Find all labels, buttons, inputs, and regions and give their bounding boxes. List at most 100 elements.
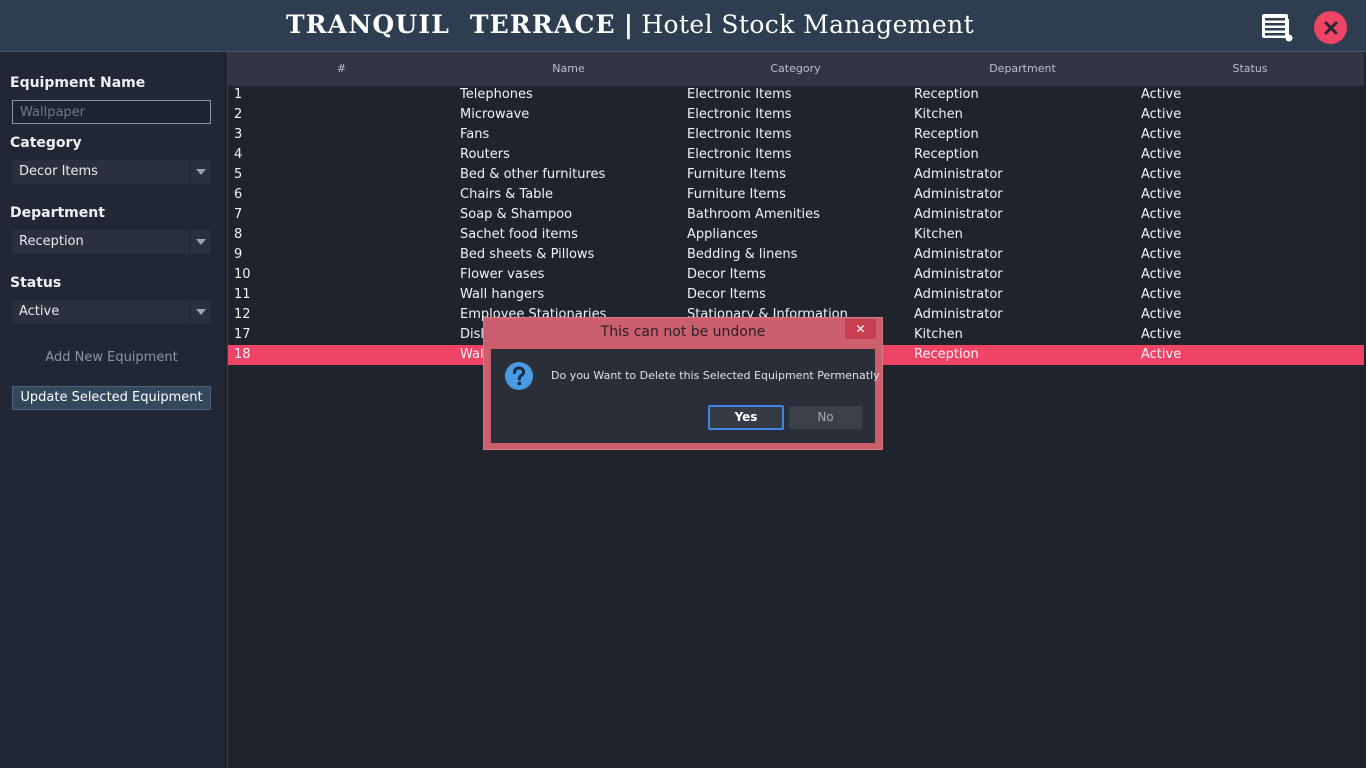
cell-category: Electronic Items — [687, 147, 792, 162]
cell-name: Sachet food items — [460, 227, 578, 242]
department-select[interactable]: Reception — [12, 230, 211, 254]
app-subtitle: Hotel Stock Management — [641, 10, 975, 39]
app-brand: TRANQUIL TERRACE — [285, 10, 616, 39]
title-bar: TRANQUIL TERRACE | Hotel Stock Management — [0, 0, 1366, 52]
cell-number: 5 — [234, 167, 243, 182]
cell-department: Administrator — [914, 207, 1003, 222]
cell-department: Reception — [914, 127, 979, 142]
dialog-close-button[interactable]: ✕ — [845, 319, 876, 339]
dialog-body: Do you Want to Delete this Selected Equi… — [491, 349, 880, 443]
cell-department: Kitchen — [914, 107, 963, 122]
cell-number: 3 — [234, 127, 243, 142]
table-row[interactable]: 8 Sachet food items Appliances Kitchen Activ… — [228, 225, 1364, 245]
cell-number: 10 — [234, 267, 251, 282]
cell-status: Active — [1141, 167, 1182, 182]
cell-number: 11 — [234, 287, 251, 302]
cell-number: 12 — [234, 307, 251, 322]
status-value: Active — [19, 304, 60, 319]
cell-status: Active — [1141, 327, 1182, 342]
update-equipment-button[interactable]: Update Selected Equipment — [12, 386, 211, 410]
yes-button[interactable]: Yes — [708, 405, 784, 430]
cell-status: Active — [1141, 207, 1182, 222]
dialog-message: Do you Want to Delete this Selected Equi… — [551, 369, 880, 382]
cell-name: Bed & other furnitures — [460, 167, 606, 182]
cell-status: Active — [1141, 127, 1182, 142]
cell-status: Active — [1141, 247, 1182, 262]
cell-category: Electronic Items — [687, 107, 792, 122]
cell-name: Soap & Shampoo — [460, 207, 573, 222]
column-header-name[interactable]: Name — [455, 52, 682, 86]
chevron-down-icon — [189, 300, 211, 324]
cell-name: Wal — [460, 347, 484, 362]
chevron-down-icon — [189, 230, 211, 254]
category-select[interactable]: Decor Items — [12, 160, 211, 184]
cell-category: Bedding & linens — [687, 247, 798, 262]
table-row[interactable]: 7 Soap & Shampoo Bathroom Amenities Adminis… — [228, 205, 1364, 225]
table-row[interactable]: 6 Chairs & Table Furniture Items Administra… — [228, 185, 1364, 205]
close-icon — [1324, 21, 1337, 34]
cell-category: Decor Items — [687, 287, 766, 302]
cell-status: Active — [1141, 267, 1182, 282]
cell-number: 1 — [234, 87, 243, 102]
cell-department: Administrator — [914, 167, 1003, 182]
column-header-department[interactable]: Department — [909, 52, 1136, 86]
department-label: Department — [10, 205, 105, 221]
cell-status: Active — [1141, 227, 1182, 242]
add-equipment-button[interactable]: Add New Equipment — [12, 346, 211, 370]
cell-name: Flower vases — [460, 267, 545, 282]
cell-department: Administrator — [914, 267, 1003, 282]
cell-number: 4 — [234, 147, 243, 162]
cell-number: 17 — [234, 327, 251, 342]
table-row[interactable]: 2 Microwave Electronic Items Kitchen Active — [228, 105, 1364, 125]
cell-category: Furniture Items — [687, 167, 786, 182]
table-row[interactable]: 4 Routers Electronic Items Reception Active — [228, 145, 1364, 165]
cell-department: Reception — [914, 147, 979, 162]
cell-number: 2 — [234, 107, 243, 122]
cell-name: Wall hangers — [460, 287, 545, 302]
equipment-name-input[interactable] — [12, 100, 211, 124]
cell-status: Active — [1141, 87, 1182, 102]
table-row[interactable]: 5 Bed & other furnitures Furniture Items Ad… — [228, 165, 1364, 185]
cell-status: Active — [1141, 147, 1182, 162]
confirm-delete-dialog: This can not be undone ✕ Do you Want to … — [483, 317, 883, 450]
table-row[interactable]: 9 Bed sheets & Pillows Bedding & linens Adm… — [228, 245, 1364, 265]
cell-name: Chairs & Table — [460, 187, 554, 202]
dialog-title: This can not be undone — [600, 324, 766, 340]
cell-number: 6 — [234, 187, 243, 202]
question-icon — [504, 361, 534, 391]
cell-category: Bathroom Amenities — [687, 207, 820, 222]
cell-category: Appliances — [687, 227, 758, 242]
cell-number: 9 — [234, 247, 243, 262]
category-label: Category — [10, 135, 82, 151]
cell-department: Kitchen — [914, 327, 963, 342]
cell-name: Microwave — [460, 107, 530, 122]
cell-name: Fans — [460, 127, 490, 142]
column-header-category[interactable]: Category — [682, 52, 909, 86]
cell-department: Administrator — [914, 307, 1003, 322]
column-header-status[interactable]: Status — [1136, 52, 1364, 86]
cell-status: Active — [1141, 107, 1182, 122]
cell-number: 7 — [234, 207, 243, 222]
status-label: Status — [10, 275, 62, 291]
cell-category: Furniture Items — [687, 187, 786, 202]
cell-number: 18 — [234, 347, 251, 362]
no-button[interactable]: No — [789, 406, 862, 429]
document-list-icon[interactable] — [1261, 11, 1295, 43]
department-value: Reception — [19, 234, 84, 249]
cell-department: Reception — [914, 87, 979, 102]
cell-status: Active — [1141, 307, 1182, 322]
cell-name: Routers — [460, 147, 510, 162]
cell-name: Telephones — [460, 87, 533, 102]
column-header-number[interactable]: # — [228, 52, 455, 86]
table-row[interactable]: 11 Wall hangers Decor Items Administrator Ac… — [228, 285, 1364, 305]
cell-category: Electronic Items — [687, 87, 792, 102]
table-row[interactable]: 1 Telephones Electronic Items Reception Acti… — [228, 85, 1364, 105]
cell-department: Administrator — [914, 287, 1003, 302]
cell-department: Reception — [914, 347, 979, 362]
cell-department: Administrator — [914, 187, 1003, 202]
table-row[interactable]: 3 Fans Electronic Items Reception Active — [228, 125, 1364, 145]
cell-status: Active — [1141, 187, 1182, 202]
table-row[interactable]: 10 Flower vases Decor Items Administrator Ac… — [228, 265, 1364, 285]
close-app-button[interactable] — [1314, 11, 1347, 44]
status-select[interactable]: Active — [12, 300, 211, 324]
